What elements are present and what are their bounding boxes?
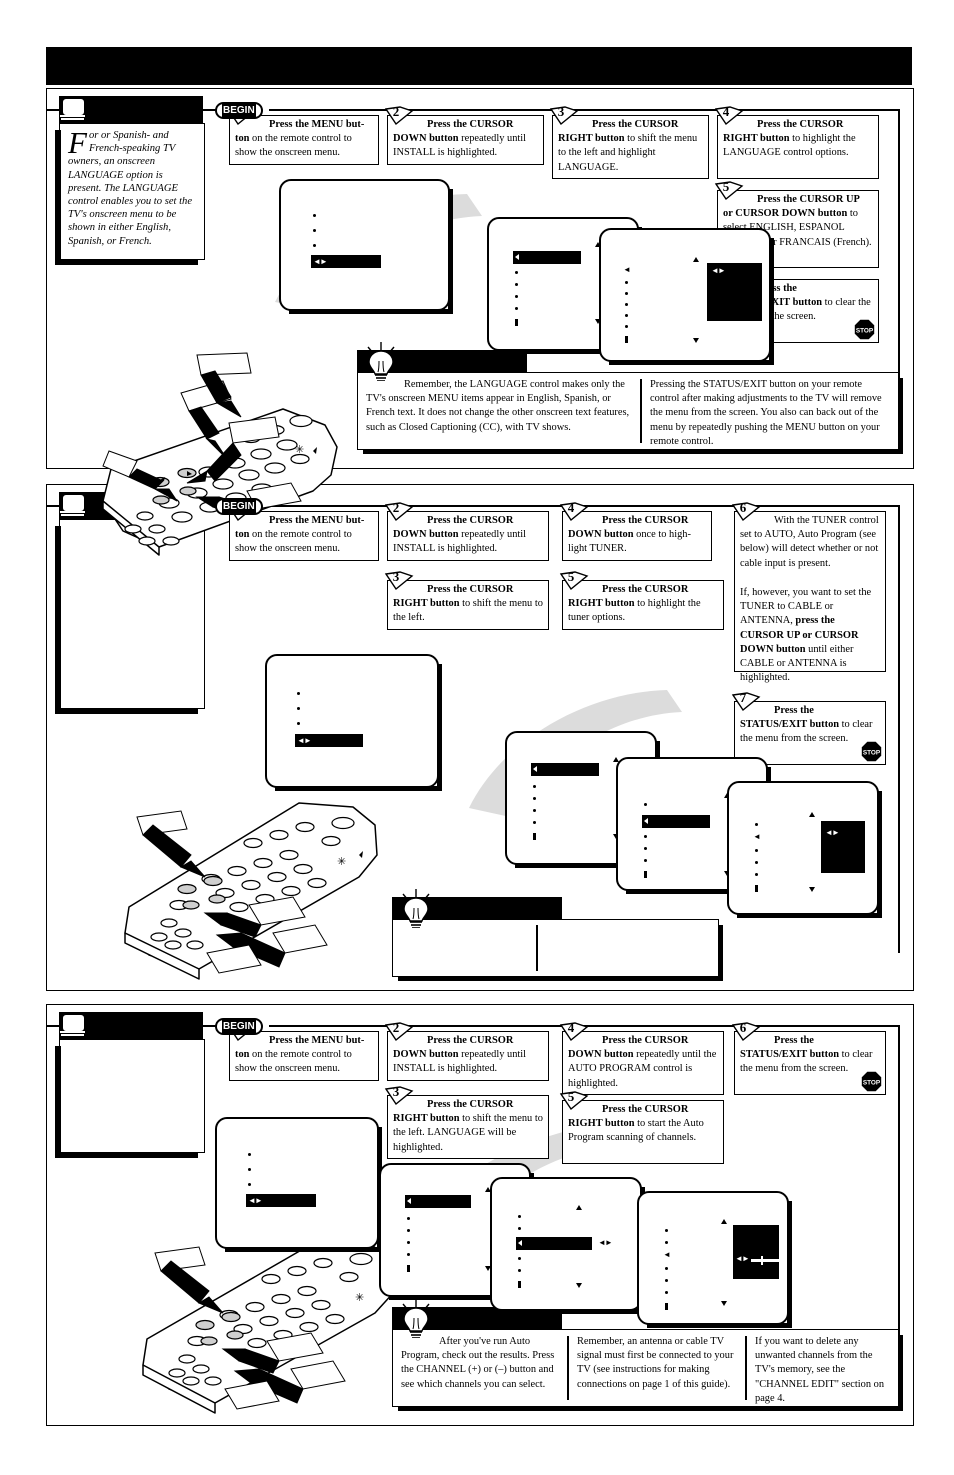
intro-text xyxy=(68,1045,197,1046)
drop-cap xyxy=(68,1045,70,1046)
begin-tag: BEGIN xyxy=(215,102,263,119)
step-number-badge: 7 xyxy=(731,690,761,713)
step-6: 6 With the TUNER control set to AUTO, Au… xyxy=(731,500,886,683)
intro-panel xyxy=(55,1039,205,1158)
tv-screen-menu-1: ◄► xyxy=(215,1117,382,1252)
step-number-badge: 5 xyxy=(559,569,589,592)
step-3: 3 Press the CURSOR RIGHT button to shift … xyxy=(384,1084,549,1159)
step-text: Press the CURSOR RIGHT button to highligh… xyxy=(723,119,856,159)
stop-icon: STOP xyxy=(861,1071,882,1092)
step-number-badge: 6 xyxy=(731,500,761,523)
step-number-badge: 3 xyxy=(549,104,579,127)
step-number-badge: 5 xyxy=(559,1089,589,1112)
step-text: Press the CURSOR DOWN button repeatedly u… xyxy=(393,1035,527,1075)
step-number-badge: 2 xyxy=(384,104,414,127)
tv-screen-menu-3: ◄► xyxy=(490,1177,645,1314)
tip-box xyxy=(392,919,723,981)
tv-screen-menu-4: ◄ ◄► xyxy=(727,781,882,918)
step-text: Press the CURSOR RIGHT button to shift th… xyxy=(558,119,698,173)
step-1: 1 Press the MENU but-ton on the remote c… xyxy=(226,500,379,561)
step-text: Press the CURSOR DOWN button repeatedly u… xyxy=(393,119,527,159)
step-text: Press the CURSOR DOWN button repeatedly u… xyxy=(568,1035,717,1089)
tv-screen-menu-1: ◄► xyxy=(265,654,442,791)
section-auto-program: BEGIN 1 Press the MENU but-ton on the re… xyxy=(46,1004,914,1426)
step-4: 4 Press the CURSOR RIGHT button to highli… xyxy=(714,104,879,179)
step-text-continued: If, however, you want to set the TUNER t… xyxy=(740,587,872,684)
step-text: Press the CURSOR RIGHT button to highligh… xyxy=(568,584,701,624)
svg-text:✳: ✳ xyxy=(295,444,304,456)
begin-tag: BEGIN xyxy=(215,498,263,515)
tv-icon xyxy=(60,1013,86,1036)
step-number-badge: 5 xyxy=(714,179,744,202)
page-masthead xyxy=(46,47,912,85)
svg-text:STOP: STOP xyxy=(863,1079,881,1086)
begin-tag: BEGIN xyxy=(215,1018,263,1035)
step-5: 5 Press the CURSOR RIGHT button to highli… xyxy=(559,569,724,630)
remote-control-illustration: ✳ xyxy=(124,802,378,980)
lightbulb-icon xyxy=(398,889,432,928)
tip-box: Remember, the LANGUAGE control makes onl… xyxy=(357,372,903,454)
drop-cap: F xyxy=(68,125,87,160)
section-header-bar xyxy=(59,96,203,123)
step-number-badge: 2 xyxy=(384,1020,414,1043)
step-text: Press the CURSOR DOWN button repeatedly u… xyxy=(393,515,527,555)
step-text: Press the CURSOR RIGHT button to start th… xyxy=(568,1104,704,1144)
step-5: 5 Press the CURSOR RIGHT button to start … xyxy=(559,1089,724,1164)
step-4: 4 Press the CURSOR DOWN button once to hi… xyxy=(559,500,712,561)
step-number-badge: 3 xyxy=(384,1084,414,1107)
tv-icon xyxy=(60,97,86,120)
step-number-badge: 4 xyxy=(559,1020,589,1043)
step-7: 7 Press the STATUS/EXIT button to clear t… xyxy=(731,690,886,765)
intro-text: For or Spanish- and French-speaking TV o… xyxy=(68,125,197,248)
svg-text:STOP: STOP xyxy=(856,327,874,334)
lightbulb-icon xyxy=(363,342,397,381)
step-text: Press the CURSOR RIGHT button to shift th… xyxy=(393,1099,543,1153)
step-2: 2 Press the CURSOR DOWN button repeatedly… xyxy=(384,1020,549,1081)
section-header-bar xyxy=(59,1012,203,1039)
intro-panel: For or Spanish- and French-speaking TV o… xyxy=(55,123,205,265)
step-2: 2 Press the CURSOR DOWN button repeatedly… xyxy=(384,104,544,165)
tv-screen-menu-3: ◄ ◄► xyxy=(599,228,774,365)
stop-icon: STOP xyxy=(854,319,875,340)
tip-column-3: If you want to delete any unwanted chann… xyxy=(755,1336,885,1404)
step-6: 6 Press theSTATUS/EXIT button to clear t… xyxy=(731,1020,886,1095)
svg-text:✳: ✳ xyxy=(355,1292,364,1304)
tv-screen-menu-4: ◄ ◄► xyxy=(637,1191,792,1328)
step-2: 2 Press the CURSOR DOWN button repeatedly… xyxy=(384,500,549,561)
step-3: 3 Press the CURSOR RIGHT button to shift … xyxy=(549,104,709,179)
step-text: Press theSTATUS/EXIT button to clear the… xyxy=(740,1035,873,1075)
step-number-badge: 4 xyxy=(559,500,589,523)
tip-box: After you've run Auto Program, check out… xyxy=(392,1329,903,1411)
step-3: 3 Press the CURSOR RIGHT button to shift … xyxy=(384,569,549,630)
step-number-badge: 2 xyxy=(384,500,414,523)
stop-icon: STOP xyxy=(861,741,882,762)
tip-column-1: Remember, the LANGUAGE control makes onl… xyxy=(366,379,630,433)
tip-column-2: Pressing the STATUS/EXIT button on your … xyxy=(650,379,882,447)
svg-text:✳: ✳ xyxy=(337,856,346,868)
tip-column-2: Remember, an antenna or cable TV signal … xyxy=(577,1336,734,1390)
step-1: 1 Press the MENU but-ton on the remote c… xyxy=(226,104,379,165)
step-text: Press theSTATUS/EXIT button to clear the… xyxy=(740,705,873,745)
step-number-badge: 3 xyxy=(384,569,414,592)
step-number-badge: 4 xyxy=(714,104,744,127)
manual-page: For or Spanish- and French-speaking TV o… xyxy=(0,0,954,1475)
step-text: With the TUNER control set to AUTO, Auto… xyxy=(740,515,879,569)
section-language: For or Spanish- and French-speaking TV o… xyxy=(46,88,914,556)
step-4: 4 Press the CURSOR DOWN button repeatedly… xyxy=(559,1020,724,1095)
step-text: Press the CURSOR RIGHT button to shift th… xyxy=(393,584,543,624)
tv-screen-menu-1: ◄► xyxy=(279,179,453,314)
svg-text:STOP: STOP xyxy=(863,749,881,756)
lightbulb-icon xyxy=(398,1299,432,1338)
step-number-badge: 6 xyxy=(731,1020,761,1043)
step-1: 1 Press the MENU but-ton on the remote c… xyxy=(226,1020,379,1081)
